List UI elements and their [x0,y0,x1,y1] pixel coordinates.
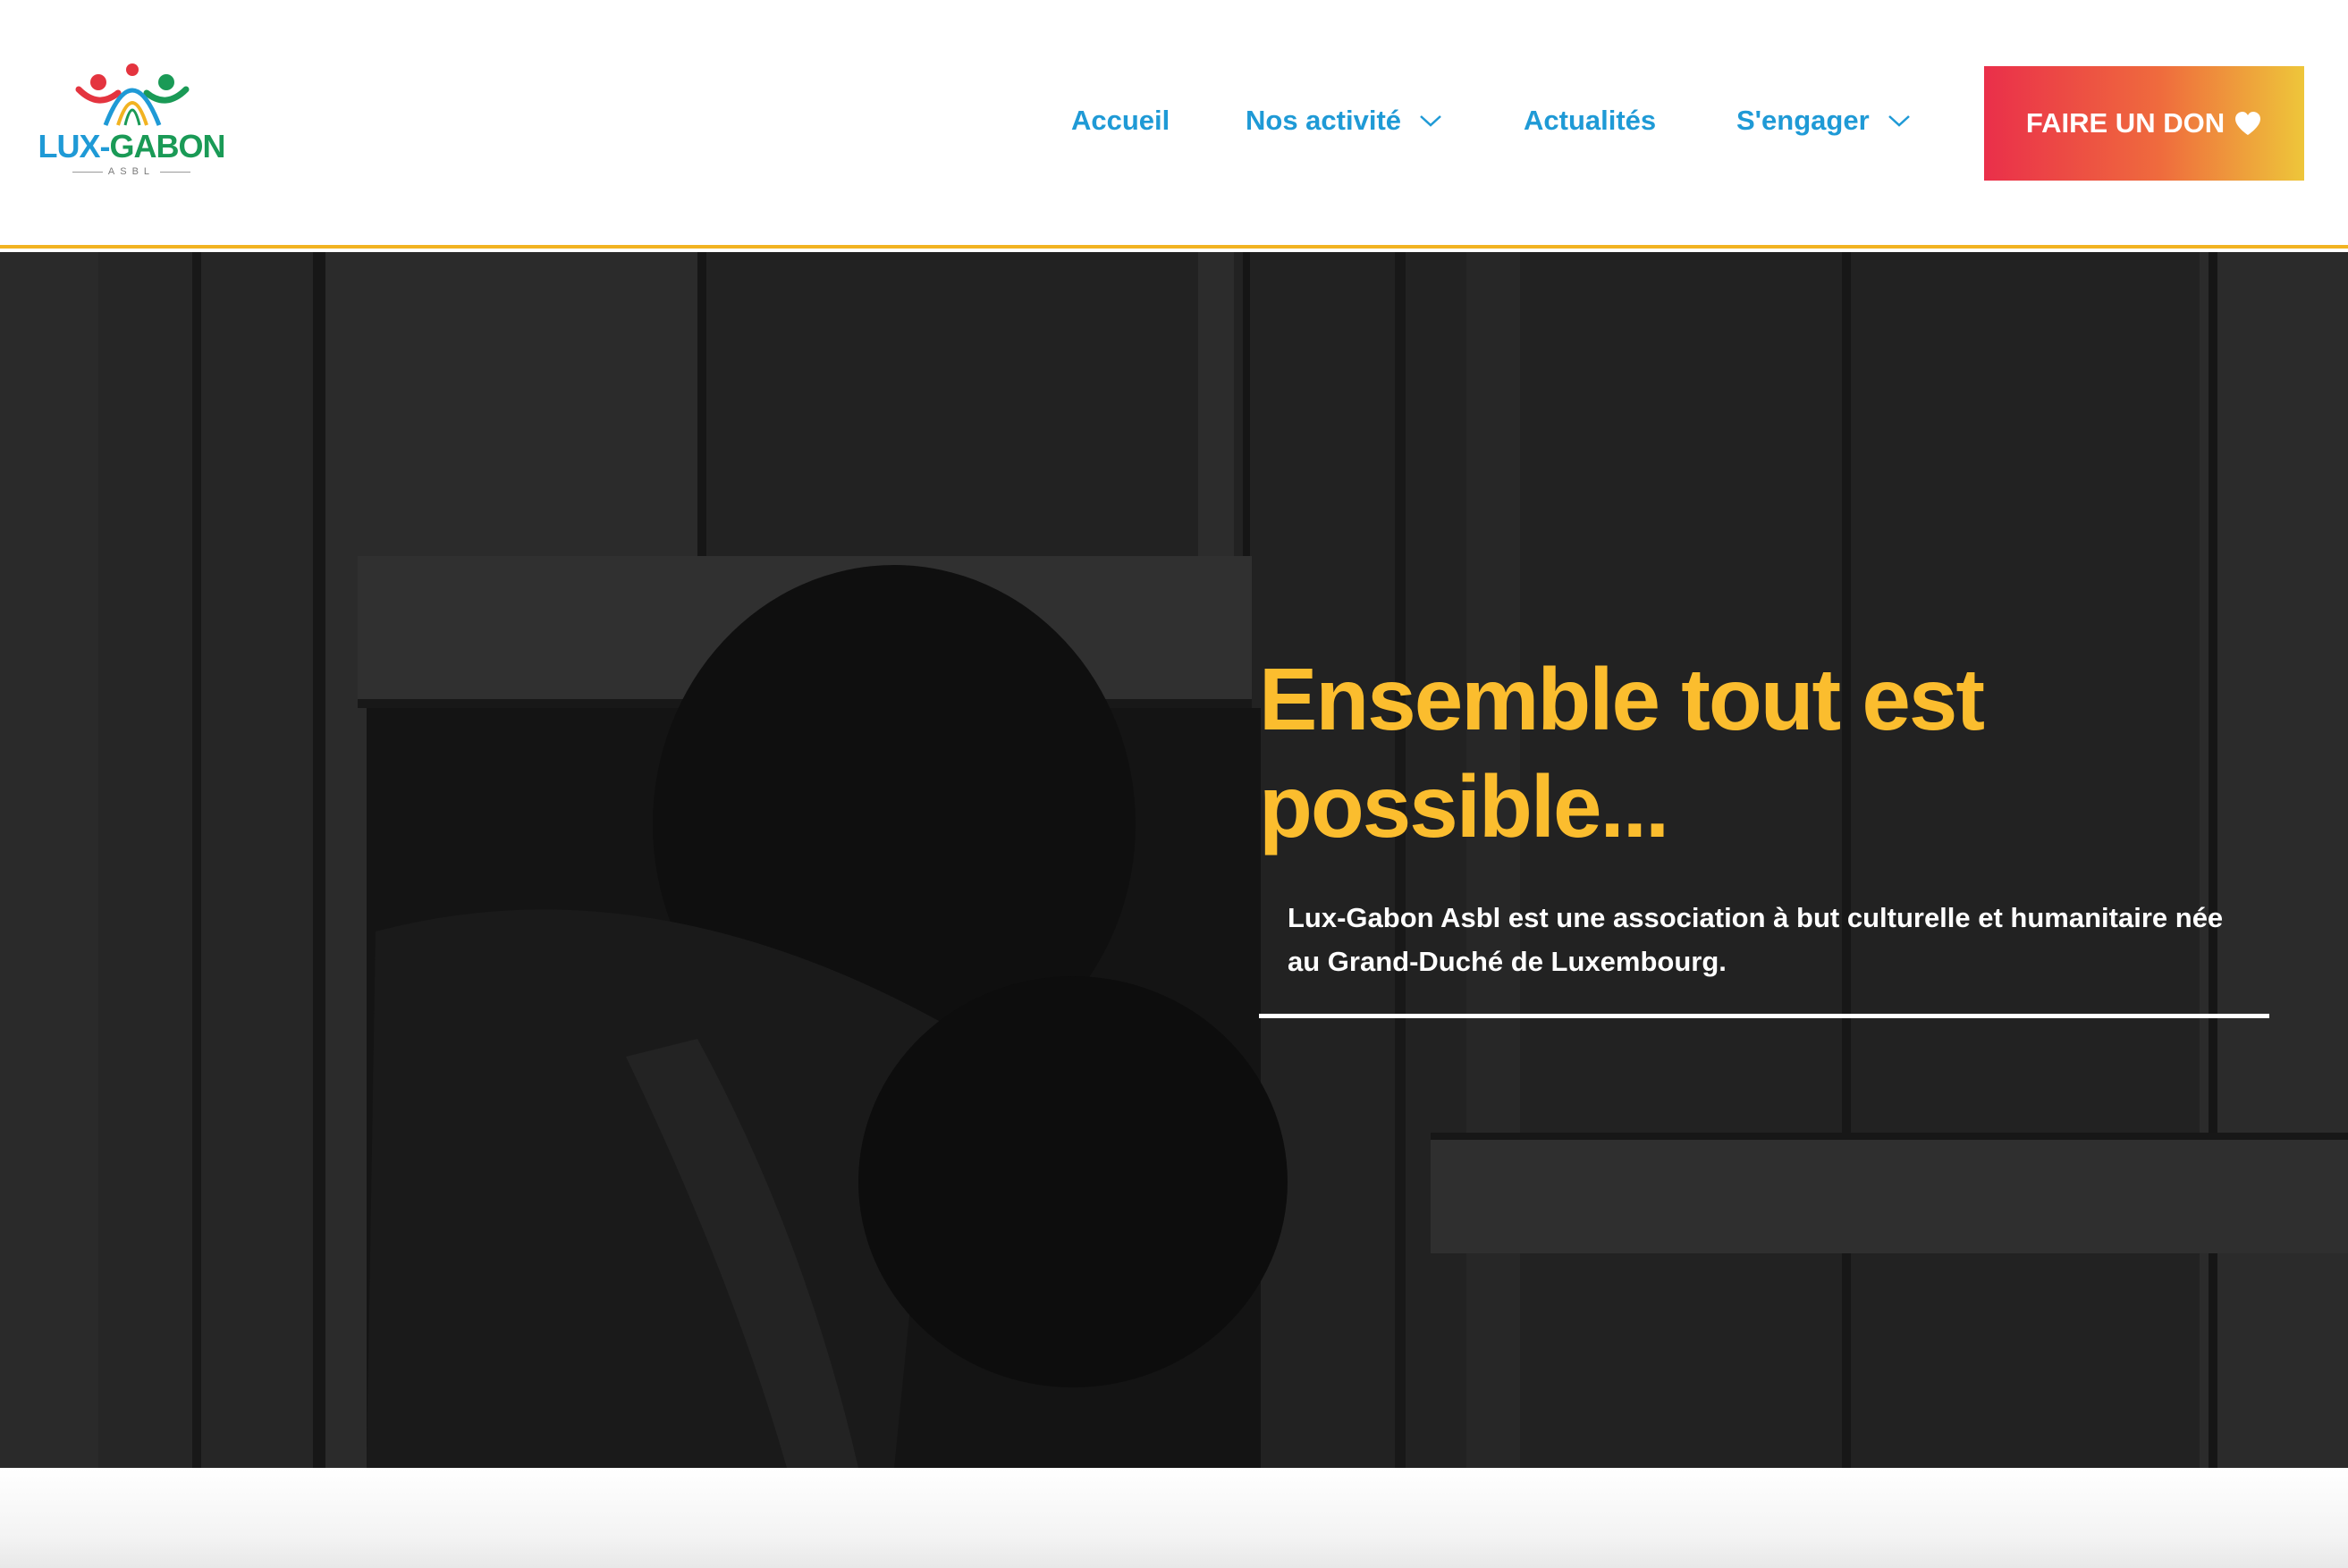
donate-label: FAIRE UN DON [2025,107,2226,139]
logo-subtitle: ASBL [32,166,231,177]
nav-item-label: S'engager [1736,105,1870,136]
nav-item-label: Nos activité [1246,105,1402,136]
nav-item-actualites[interactable]: Actualités [1524,100,1656,141]
nav-item-label: Accueil [1071,105,1170,136]
nav-item-sengager[interactable]: S'engager [1736,100,1911,141]
hero-divider [1259,1014,2269,1018]
chevron-down-icon[interactable] [1888,114,1911,128]
hero-title: Ensemble tout est possible... [1259,650,1985,856]
heart-icon [2235,112,2261,135]
donate-button[interactable]: FAIRE UN DON [1984,66,2304,181]
nav-item-accueil[interactable]: Accueil [1071,100,1170,141]
nav-item-label: Actualités [1524,105,1657,136]
site-header: LUX-GABON ASBL Accueil Nos activité Actu… [0,0,2348,249]
next-section-edge [0,1468,2348,1568]
hero-section: Ensemble tout est possible... Lux-Gabon … [0,252,2348,1468]
hero-description: Lux-Gabon Asbl est une association à but… [1288,902,2224,977]
chevron-down-icon[interactable] [1419,114,1442,128]
nav-item-nos-activite[interactable]: Nos activité [1246,100,1442,141]
hero-background-photo [0,252,2348,1468]
